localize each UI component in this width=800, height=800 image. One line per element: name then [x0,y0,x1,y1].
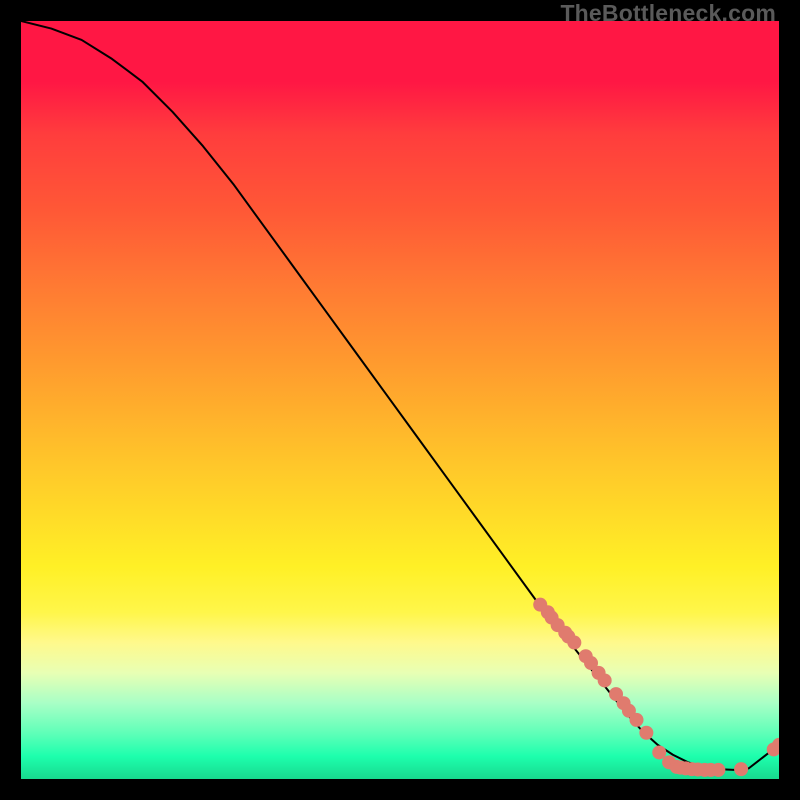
chart-dot [652,745,666,759]
chart-dot [734,762,748,776]
chart-dot [639,726,653,740]
chart-dot [630,713,644,727]
chart-dot [598,673,612,687]
chart-frame [21,21,779,779]
chart-dot [711,763,725,777]
chart-svg [21,21,779,779]
chart-curve [21,21,779,770]
chart-dots-group [533,598,779,777]
chart-dot [567,636,581,650]
